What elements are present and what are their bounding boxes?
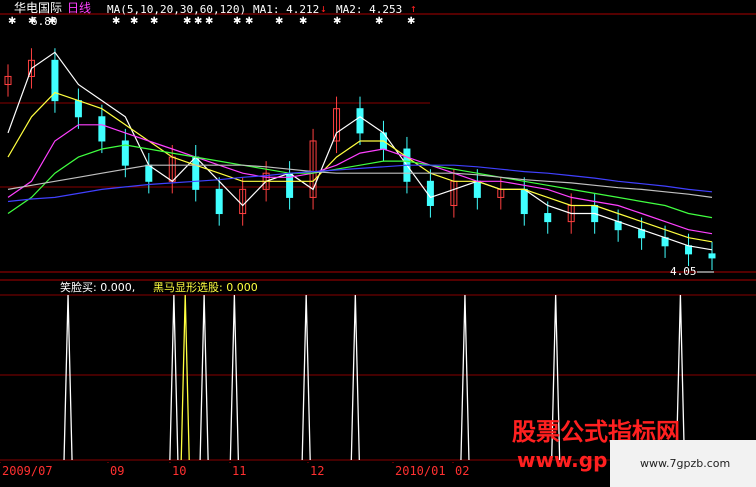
candle-body	[215, 188, 223, 215]
marker-star-icon: ✱	[245, 16, 253, 27]
candle-body	[98, 116, 106, 142]
marker-star-icon: ✱	[183, 16, 191, 27]
candle-body	[544, 213, 552, 223]
x-tick-label: 10	[172, 464, 187, 478]
marker-star-icon: ✱	[112, 16, 120, 27]
marker-star-icon: ✱	[375, 16, 383, 27]
signal-spike	[180, 294, 190, 461]
signal-spike	[63, 294, 73, 461]
ma-params-label[interactable]: MA(5,10,20,30,60,120)	[107, 3, 246, 16]
watermark-url: www.gp	[517, 448, 608, 472]
candle-body	[473, 180, 481, 198]
ma2-value: MA2: 4.253	[336, 3, 403, 16]
ma-line-ma30	[7, 144, 713, 219]
x-tick-label: 02	[455, 464, 470, 478]
marker-star-icon: ✱	[194, 16, 202, 27]
x-tick-label: 11	[232, 464, 247, 478]
candle-body	[145, 164, 153, 182]
signal-spike	[229, 294, 240, 461]
marker-star-icon: ✱	[150, 16, 158, 27]
marker-star-icon: ✱	[333, 16, 341, 27]
marker-star-icon: ✱	[130, 16, 138, 27]
signal-spike	[460, 294, 470, 461]
ma2-up-arrow-icon: ↑	[410, 2, 417, 15]
marker-star-icon: ✱	[407, 16, 415, 27]
candle-body	[708, 253, 716, 259]
high-price-label: 6.80	[31, 15, 58, 28]
candle-body	[74, 100, 82, 118]
ma1-down-arrow-icon: ↓	[320, 2, 327, 15]
low-price-label: 4.05	[670, 265, 697, 278]
x-tick-label: 09	[110, 464, 125, 478]
watermark-site: www.7gpzb.com	[640, 457, 731, 470]
x-tick-label: 2009/07	[2, 464, 53, 478]
marker-star-icon: ✱	[299, 16, 307, 27]
ma1-value: MA1: 4.212	[253, 3, 320, 16]
marker-star-icon: ✱	[8, 16, 16, 27]
signal-spike	[350, 294, 360, 461]
candle-body	[520, 188, 528, 215]
marker-star-icon: ✱	[275, 16, 283, 27]
stock-chart-window: ✱ ✱ ✱ ✱ ✱ ✱ ✱ ✱ ✱ ✱ ✱ ✱ ✱ ✱ ✱ ✱ 华电国际 日线 MA(5,10,20,30,6…	[0, 0, 756, 487]
candle-body	[356, 108, 364, 134]
ma-line-ma60	[7, 164, 713, 198]
smile-buy-indicator-label: 笑脸买: 0.000,	[60, 281, 136, 294]
candle-body	[192, 156, 200, 190]
marker-star-icon: ✱	[205, 16, 213, 27]
period-label[interactable]: 日线	[67, 2, 91, 15]
ma-line-ma1	[7, 51, 713, 251]
chart-canvas[interactable]: ✱ ✱ ✱ ✱ ✱ ✱ ✱ ✱ ✱ ✱ ✱ ✱ ✱ ✱ ✱ ✱	[0, 0, 756, 487]
signal-spike	[199, 294, 209, 461]
signal-spike	[169, 294, 179, 461]
signal-spike	[301, 294, 311, 461]
candle-body	[426, 180, 434, 206]
marker-star-icon: ✱	[233, 16, 241, 27]
x-tick-label: 12	[310, 464, 325, 478]
x-tick-label: 2010/01	[395, 464, 446, 478]
stock-name: 华电国际	[14, 1, 63, 15]
candle-body	[685, 245, 693, 255]
dark-horse-indicator-label: 黑马显形选股: 0.000	[153, 281, 258, 294]
